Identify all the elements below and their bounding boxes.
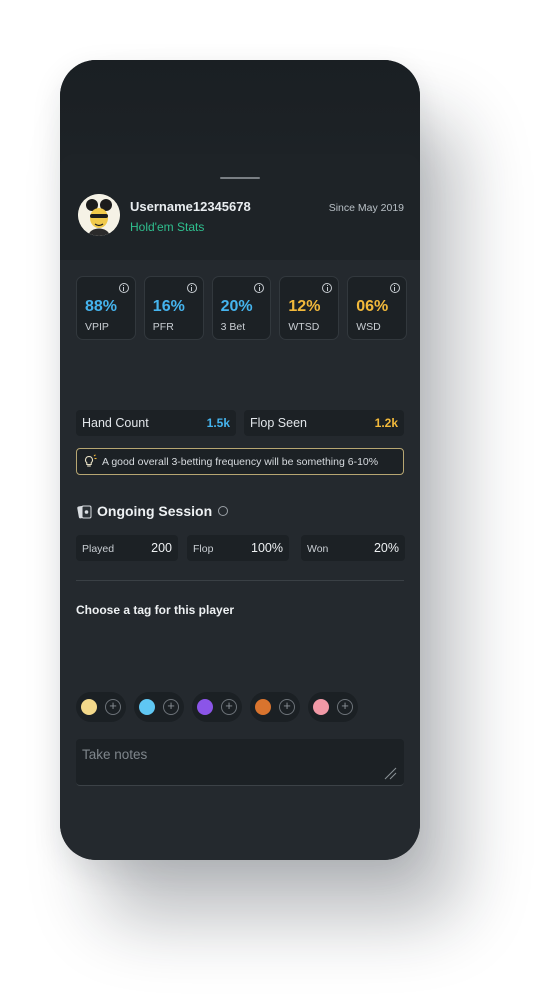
drag-handle[interactable]: [220, 177, 260, 179]
stat-value: 16%: [152, 298, 185, 315]
stat-label: VPIP: [85, 321, 109, 333]
session-flop-value: 100%: [251, 541, 283, 555]
stat-value: 88%: [85, 298, 118, 315]
tag-color-dot: [255, 699, 271, 715]
flop-seen-value: 1.2k: [374, 416, 398, 430]
session-played-value: 200: [151, 541, 172, 555]
plus-icon[interactable]: +: [221, 699, 237, 715]
tip-banner: A good overall 3-betting frequency will …: [76, 448, 404, 475]
session-played-label: Played: [82, 543, 115, 555]
tag-color-dot: [313, 699, 329, 715]
plus-icon[interactable]: +: [105, 699, 121, 715]
stat-value: 12%: [288, 298, 321, 315]
stat-card-wsd[interactable]: 06% WSD: [347, 276, 407, 340]
lightbulb-icon: [84, 454, 97, 467]
tag-orange[interactable]: +: [250, 692, 300, 722]
plus-icon[interactable]: +: [279, 699, 295, 715]
info-icon[interactable]: [389, 283, 400, 293]
hand-count-label: Hand Count: [82, 416, 149, 430]
info-icon[interactable]: [254, 283, 265, 293]
hand-count-box: Hand Count 1.5k: [76, 410, 236, 436]
tip-text: A good overall 3-betting frequency will …: [102, 456, 379, 468]
stat-card-pfr[interactable]: 16% PFR: [143, 276, 204, 340]
stat-card-vpip[interactable]: 88% VPIP: [76, 276, 136, 340]
info-icon[interactable]: [118, 283, 129, 293]
tag-yellow[interactable]: +: [76, 692, 126, 722]
cards-icon: [77, 505, 92, 519]
tag-list: + + + + +: [76, 692, 358, 722]
game-type-label: Hold'em Stats: [130, 220, 205, 234]
stat-card-wtsd[interactable]: 12% WTSD: [279, 276, 340, 340]
stat-value: 20%: [220, 298, 253, 315]
stat-value: 06%: [356, 298, 389, 315]
tag-blue[interactable]: +: [134, 692, 184, 722]
stat-label: 3 Bet: [220, 321, 246, 333]
session-won-value: 20%: [373, 541, 399, 555]
stat-label: PFR: [152, 321, 174, 333]
stat-card-3bet[interactable]: 20% 3 Bet: [211, 276, 272, 340]
tag-purple[interactable]: +: [192, 692, 242, 722]
plus-icon[interactable]: +: [337, 699, 353, 715]
member-since: Since May 2019: [328, 202, 404, 214]
hand-count-value: 1.5k: [206, 416, 230, 430]
session-flop: Flop 100%: [187, 535, 289, 561]
tag-color-dot: [139, 699, 155, 715]
avatar[interactable]: [78, 194, 120, 236]
stats-row: 88% VPIP 16% PFR 20% 3 Bet 12% WTSD 06%: [76, 276, 407, 340]
info-icon[interactable]: [186, 283, 197, 293]
tag-section-title: Choose a tag for this player: [76, 603, 235, 617]
session-flop-label: Flop: [193, 543, 214, 555]
notes-textarea[interactable]: [76, 739, 404, 786]
stat-label: WTSD: [288, 321, 320, 333]
top-area: [60, 60, 420, 154]
username: Username12345678: [130, 199, 251, 214]
flop-seen-label: Flop Seen: [250, 416, 307, 430]
tag-color-dot: [81, 699, 97, 715]
info-icon[interactable]: [218, 506, 228, 516]
sheet-header: Username12345678 Hold'em Stats Since May…: [60, 154, 420, 260]
plus-icon[interactable]: +: [163, 699, 179, 715]
phone-frame: Username12345678 Hold'em Stats Since May…: [60, 60, 420, 860]
divider: [76, 580, 404, 581]
session-won-label: Won: [307, 543, 329, 555]
session-played: Played 200: [76, 535, 178, 561]
player-stats-sheet: Username12345678 Hold'em Stats Since May…: [60, 154, 420, 860]
info-icon[interactable]: [322, 283, 333, 293]
stat-label: WSD: [356, 321, 381, 333]
resize-grip-icon[interactable]: [383, 766, 397, 780]
flop-seen-box: Flop Seen 1.2k: [244, 410, 404, 436]
tag-pink[interactable]: +: [308, 692, 358, 722]
session-won: Won 20%: [301, 535, 405, 561]
tag-color-dot: [197, 699, 213, 715]
session-title: Ongoing Session: [97, 503, 213, 519]
